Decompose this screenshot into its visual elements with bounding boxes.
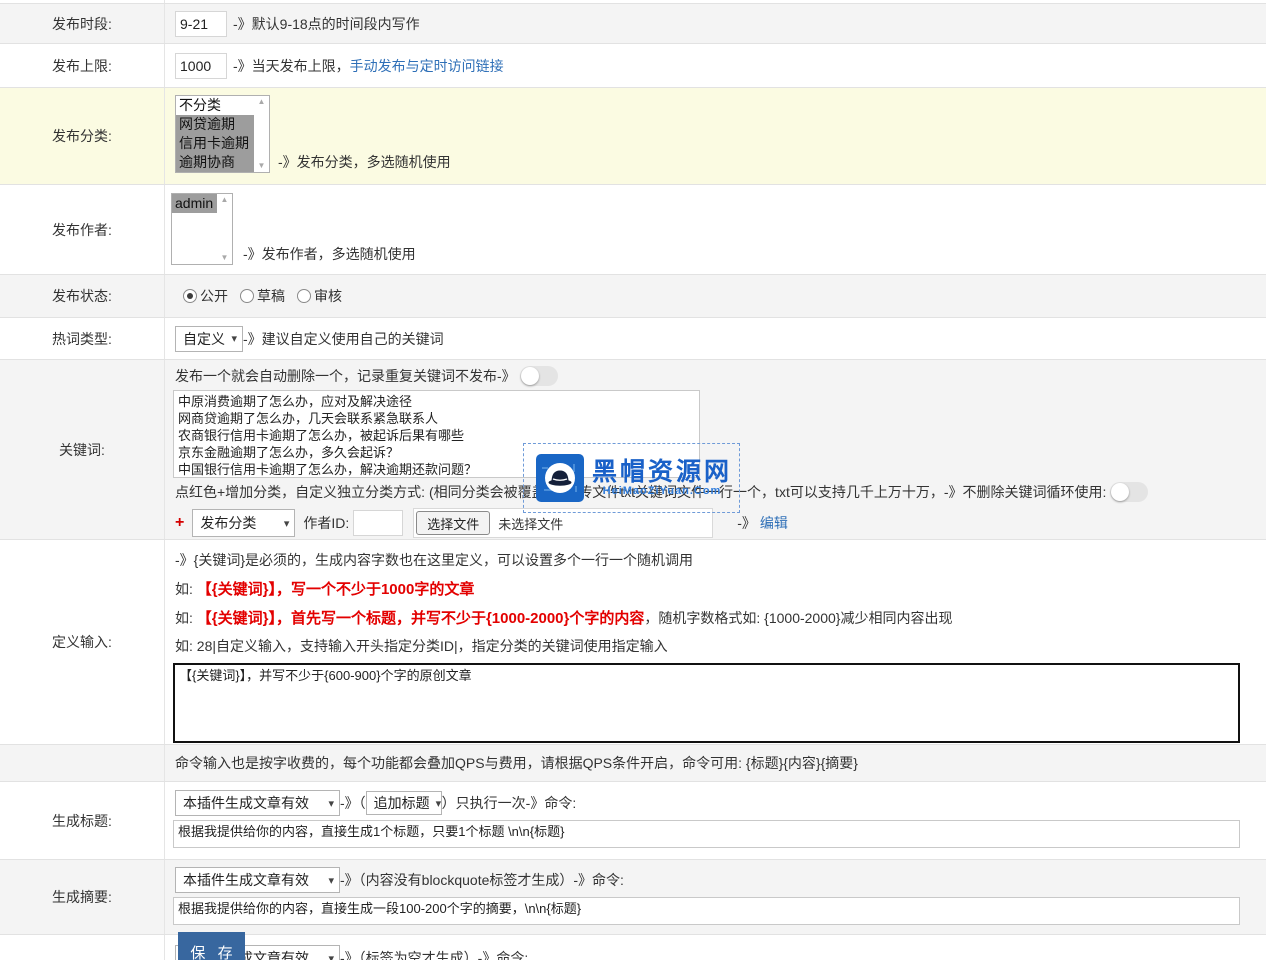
hotword-type-note: -》建议自定义使用自己的关键词 xyxy=(243,329,444,349)
gen-title-mid1: -》（ xyxy=(340,793,366,813)
publish-author-listbox[interactable]: admin ▲ ▼ xyxy=(171,193,233,265)
publish-category-listbox[interactable]: 不分类 网贷逾期 信用卡逾期 逾期协商 ▲ ▼ xyxy=(175,95,270,173)
publish-limit-note: -》当天发布上限， xyxy=(233,56,350,76)
row-gen-summary: 生成摘要: 本插件生成文章有效 ▾ -》（内容没有blockquote标签才生成… xyxy=(0,860,1266,935)
gen-title-mid2: ）只执行一次-》命令: xyxy=(442,793,577,813)
publish-category-note: -》发布分类，多选随机使用 xyxy=(278,152,451,172)
dedupe-toggle[interactable] xyxy=(520,366,558,386)
row-define-input: 定义输入: -》{关键词}是必须的，生成内容字数也在这里定义，可以设置多个一行一… xyxy=(0,540,1266,745)
keywords-tip: 点红色+增加分类，自定义独立分类方式: (相同分类会被覆盖)，上传文件txt关键… xyxy=(175,482,1106,502)
scroll-down-icon[interactable]: ▼ xyxy=(221,254,229,262)
radio-icon[interactable] xyxy=(183,289,197,303)
author-option[interactable]: admin xyxy=(172,194,217,213)
row-gen-title: 生成标题: 本插件生成文章有效 ▾ -》（ 追加标题 ▾ ）只执行一次-》命令:… xyxy=(0,782,1266,860)
define-input-label: 定义输入: xyxy=(0,540,165,744)
gen-title-command-textarea[interactable]: 根据我提供给你的内容，直接生成1个标题，只要1个标题 \n\n{标题} xyxy=(173,820,1240,848)
publish-category-label: 发布分类: xyxy=(0,88,165,184)
edit-link[interactable]: 编辑 xyxy=(760,513,788,533)
scroll-down-icon[interactable]: ▼ xyxy=(258,162,266,170)
category-option[interactable]: 网贷逾期 xyxy=(176,115,254,134)
define-input-line1: -》{关键词}是必须的，生成内容字数也在这里定义，可以设置多个一行一个随机调用 xyxy=(175,550,1266,570)
publish-status-label: 发布状态: xyxy=(0,275,165,317)
define-input-line4: 如: 28|自定义输入，支持输入开头指定分类ID|，指定分类的关键词使用指定输入 xyxy=(175,636,1266,656)
chevron-down-icon: ▾ xyxy=(231,332,237,345)
command-note-text: 命令输入也是按字收费的，每个功能都会叠加QPS与费用，请根据QPS条件开启，命令… xyxy=(175,753,858,773)
manual-publish-link[interactable]: 手动发布与定时访问链接 xyxy=(350,56,504,76)
chevron-down-icon: ▾ xyxy=(328,952,334,960)
publish-time-note: -》默认9-18点的时间段内写作 xyxy=(233,14,420,34)
scroll-up-icon[interactable]: ▲ xyxy=(258,98,266,106)
listbox-scrollbar[interactable]: ▲ ▼ xyxy=(254,96,269,172)
publish-author-note: -》发布作者，多选随机使用 xyxy=(243,244,416,264)
row-command-note: 命令输入也是按字收费的，每个功能都会叠加QPS与费用，请根据QPS条件开启，命令… xyxy=(0,745,1266,782)
gen-tags-mid: -》（标签为空才生成）-》命令: xyxy=(340,948,528,960)
keyword-category-row: + 发布分类 ▾ 作者ID: 选择文件 未选择文件 -》 编辑 xyxy=(175,508,1266,538)
example2-red-text: 【{关键词}】，首先写一个标题，并写不少于{1000-2000}个字的内容 xyxy=(197,610,645,627)
publish-time-label: 发布时段: xyxy=(0,4,165,43)
category-option[interactable]: 信用卡逾期 xyxy=(176,134,254,153)
choose-file-button[interactable]: 选择文件 xyxy=(416,511,490,535)
author-id-input[interactable] xyxy=(353,510,403,536)
keywords-textarea[interactable]: 中原消费逾期了怎么办，应对及解决途径 网商贷逾期了怎么办，几天会联系紧急联系人 … xyxy=(173,390,700,478)
publish-limit-input[interactable] xyxy=(175,53,227,79)
define-input-textarea[interactable]: 【{关键词}】，并写不少于{600-900}个字的原创文章 xyxy=(173,663,1240,743)
gen-summary-mid: -》（内容没有blockquote标签才生成）-》命令: xyxy=(340,870,624,890)
example1-red-text: 【{关键词}】，写一个不少于1000字的文章 xyxy=(197,581,475,598)
chevron-down-icon: ▾ xyxy=(328,797,334,810)
define-input-example1: 如: 【{关键词}】，写一个不少于1000字的文章 xyxy=(175,578,1266,599)
file-status: 未选择文件 xyxy=(498,514,563,533)
category-select[interactable]: 发布分类 ▾ xyxy=(192,509,295,537)
gen-title-label: 生成标题: xyxy=(0,782,165,859)
row-publish-status: 发布状态: 公开 草稿 审核 xyxy=(0,275,1266,318)
hotword-type-label: 热词类型: xyxy=(0,318,165,359)
category-option[interactable]: 逾期协商 xyxy=(176,153,254,172)
file-input[interactable]: 选择文件 未选择文件 xyxy=(413,508,713,538)
hotword-type-select[interactable]: 自定义 ▾ xyxy=(175,326,243,352)
chevron-down-icon: ▾ xyxy=(436,797,442,810)
radio-review[interactable]: 审核 xyxy=(297,286,342,306)
add-category-button[interactable]: + xyxy=(175,514,184,532)
category-option[interactable]: 不分类 xyxy=(176,96,254,115)
publish-limit-label: 发布上限: xyxy=(0,44,165,87)
row-publish-limit: 发布上限: -》当天发布上限， 手动发布与定时访问链接 xyxy=(0,44,1266,88)
gen-summary-mode-select[interactable]: 本插件生成文章有效 ▾ xyxy=(175,867,340,893)
scroll-up-icon[interactable]: ▲ xyxy=(221,196,229,204)
radio-draft[interactable]: 草稿 xyxy=(240,286,285,306)
chevron-down-icon: ▾ xyxy=(328,874,334,887)
publish-author-label: 发布作者: xyxy=(0,185,165,274)
row-publish-author: 发布作者: admin ▲ ▼ -》发布作者，多选随机使用 xyxy=(0,185,1266,275)
row-publish-time: 发布时段: -》默认9-18点的时间段内写作 xyxy=(0,4,1266,44)
listbox-scrollbar[interactable]: ▲ ▼ xyxy=(217,194,232,264)
row-publish-category: 发布分类: 不分类 网贷逾期 信用卡逾期 逾期协商 ▲ ▼ -》发布分类，多选随… xyxy=(0,88,1266,185)
gen-summary-label: 生成摘要: xyxy=(0,860,165,934)
keywords-toggle-note: 发布一个就会自动删除一个，记录重复关键词不发布-》 xyxy=(175,366,516,386)
row-hotword-type: 热词类型: 自定义 ▾ -》建议自定义使用自己的关键词 xyxy=(0,318,1266,360)
chevron-down-icon: ▾ xyxy=(284,517,290,530)
title-append-select[interactable]: 追加标题 ▾ xyxy=(366,791,442,815)
gen-summary-command-textarea[interactable]: 根据我提供给你的内容，直接生成一段100-200个字的摘要，\n\n{标题} xyxy=(173,897,1240,925)
radio-public[interactable]: 公开 xyxy=(183,286,228,306)
radio-icon[interactable] xyxy=(240,289,254,303)
save-button[interactable]: 保 存 xyxy=(178,932,245,960)
author-id-label: 作者ID: xyxy=(303,513,349,533)
publish-time-input[interactable] xyxy=(175,11,227,37)
row-keywords: 关键词: 发布一个就会自动删除一个，记录重复关键词不发布-》 中原消费逾期了怎么… xyxy=(0,360,1266,540)
gen-title-mode-select[interactable]: 本插件生成文章有效 ▾ xyxy=(175,790,340,816)
keep-keywords-toggle[interactable] xyxy=(1110,482,1148,502)
keywords-label: 关键词: xyxy=(0,360,165,539)
edit-arrow: -》 xyxy=(737,513,756,533)
plugin-settings-page: 发布时段: -》默认9-18点的时间段内写作 发布上限: -》当天发布上限， 手… xyxy=(0,0,1266,960)
define-input-example2: 如: 【{关键词}】，首先写一个标题，并写不少于{1000-2000}个字的内容… xyxy=(175,607,1266,628)
radio-icon[interactable] xyxy=(297,289,311,303)
